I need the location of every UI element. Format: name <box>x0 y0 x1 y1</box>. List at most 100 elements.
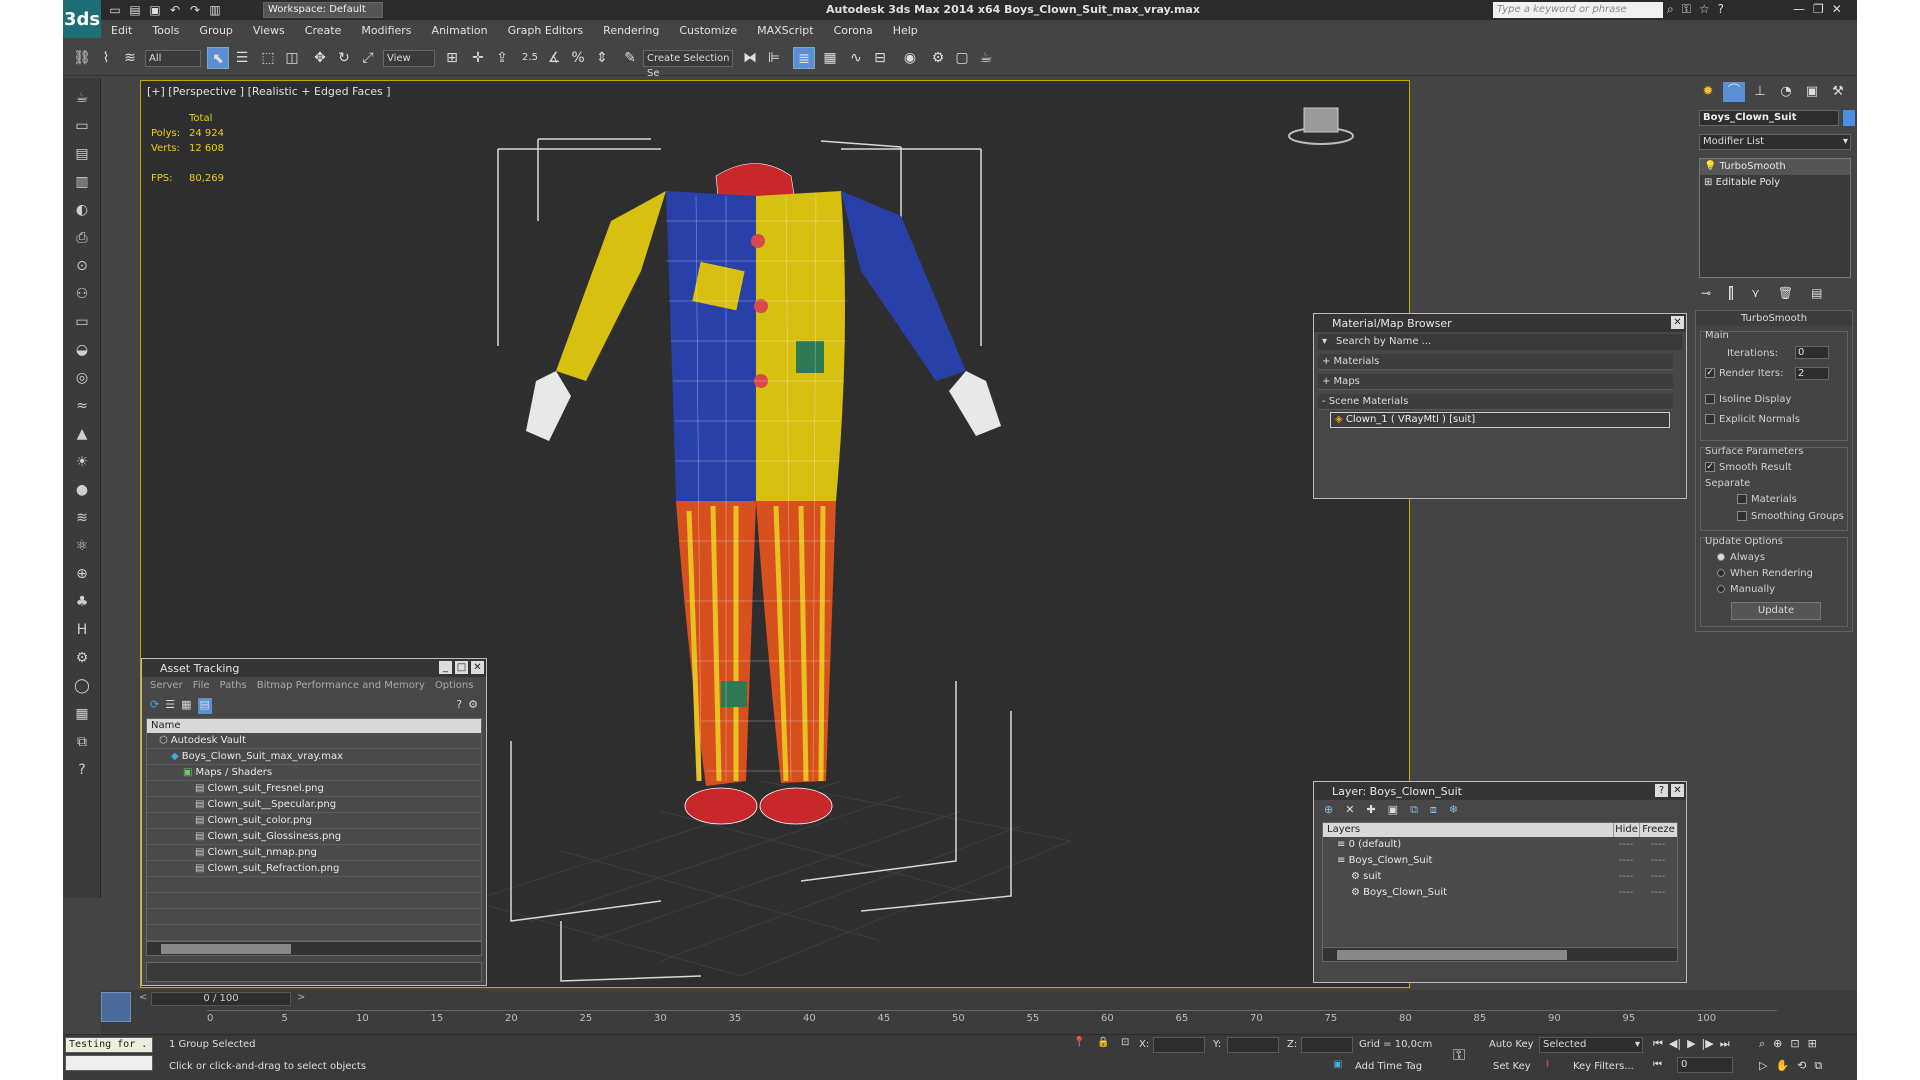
layer-freeze-toggle[interactable]: ---- <box>1639 869 1677 885</box>
render-iters-checkbox[interactable]: ✓ <box>1705 368 1715 378</box>
render-frame-icon[interactable]: ▢ <box>951 47 973 69</box>
create-tab-icon[interactable]: ✹ <box>1697 82 1719 102</box>
menu-customize[interactable]: Customize <box>669 22 747 40</box>
layer-manager-icon[interactable]: ≣ <box>793 47 815 69</box>
layer-row[interactable]: ≡ 0 (default) ---- ---- <box>1323 837 1677 853</box>
camera-icon[interactable]: ⎙ <box>71 228 93 248</box>
thumbnail-view-icon[interactable]: ▦ <box>181 698 191 714</box>
hf-icon[interactable]: H <box>71 620 93 640</box>
selection-filter-dropdown[interactable]: All <box>145 50 201 67</box>
next-frame-icon[interactable]: > <box>297 992 305 1003</box>
close-icon[interactable]: ✕ <box>1671 784 1684 797</box>
menu-tools[interactable]: Tools <box>142 22 189 40</box>
settings-icon[interactable]: ⚙ <box>468 698 478 714</box>
asset-path-field[interactable] <box>146 962 482 982</box>
horizontal-scrollbar[interactable] <box>147 941 481 955</box>
help-icon[interactable]: ? <box>1718 2 1724 17</box>
add-time-tag[interactable]: Add Time Tag <box>1355 1061 1422 1072</box>
maximize-icon[interactable]: □ <box>455 661 468 674</box>
y-coordinate-field[interactable] <box>1227 1037 1279 1053</box>
pan-icon[interactable]: ✋ <box>1775 1059 1789 1073</box>
snap-toggle-icon[interactable]: 2.5 <box>519 47 541 69</box>
asset-row[interactable]: ◆ Boys_Clown_Suit_max_vray.max <box>147 749 481 765</box>
stack-item-turbosmooth[interactable]: 💡 TurboSmooth <box>1700 159 1850 175</box>
layer-row[interactable]: ⚙ Boys_Clown_Suit ---- ---- <box>1323 885 1677 901</box>
zoom-extents-all-icon[interactable]: ⊞ <box>1808 1037 1817 1051</box>
smoothing-groups-checkbox[interactable] <box>1737 511 1747 521</box>
auto-key-button[interactable]: Auto Key <box>1489 1039 1534 1050</box>
list-view-icon[interactable]: ☰ <box>165 698 175 714</box>
layer-row[interactable]: ⚙ suit ---- ---- <box>1323 869 1677 885</box>
hair-icon[interactable]: ≋ <box>71 508 93 528</box>
move-icon[interactable]: ✥ <box>309 47 331 69</box>
time-slider[interactable]: 0 / 100 <box>151 992 291 1006</box>
isolate-selection-icon[interactable]: 📍 <box>1073 1037 1085 1048</box>
layers-icon[interactable]: ⧉ <box>71 732 93 752</box>
asset-tracking-titlebar[interactable]: Asset Tracking _ □ ✕ <box>142 659 486 677</box>
key-set-dropdown[interactable]: Selected ▾ <box>1539 1037 1643 1053</box>
create-layer-icon[interactable]: ⊕ <box>1324 803 1333 819</box>
menu-help[interactable]: Help <box>883 22 928 40</box>
zoom-icon[interactable]: ⌕ <box>1759 1037 1765 1051</box>
asset-row[interactable]: ⬡ Autodesk Vault <box>147 733 481 749</box>
menu-animation[interactable]: Animation <box>422 22 498 40</box>
freeze-all-icon[interactable]: ❄ <box>1449 803 1458 819</box>
angle-snap-icon[interactable]: ∡ <box>543 47 565 69</box>
asset-menu-item[interactable]: Bitmap Performance and Memory <box>257 680 425 691</box>
material-search-input[interactable]: ▾ Search by Name ... <box>1318 334 1682 350</box>
expand-icon[interactable]: ⊞ <box>1704 177 1712 188</box>
menu-rendering[interactable]: Rendering <box>593 22 669 40</box>
reference-coord-dropdown[interactable]: View <box>383 50 435 67</box>
link-icon[interactable]: ⛓ <box>71 47 93 69</box>
select-manipulate-icon[interactable]: ✛ <box>467 47 489 69</box>
configure-sets-icon[interactable]: ▤ <box>1811 286 1822 300</box>
tree-icon[interactable]: ♣ <box>71 592 93 612</box>
project-folder-icon[interactable]: ▥ <box>207 2 223 18</box>
rect-selection-icon[interactable]: ⬚ <box>257 47 279 69</box>
graphite-ribbon-icon[interactable]: ▦ <box>819 47 841 69</box>
scale-icon[interactable]: ⤢ <box>357 47 379 69</box>
refresh-icon[interactable]: ⟳ <box>150 698 159 714</box>
select-in-layer-icon[interactable]: ▣ <box>1388 803 1398 819</box>
hierarchy-tab-icon[interactable]: ⊥ <box>1749 82 1771 102</box>
motion-tab-icon[interactable]: ◔ <box>1775 82 1797 102</box>
render-iters-spinner[interactable]: 2 <box>1795 367 1829 380</box>
new-file-icon[interactable]: ▭ <box>107 2 123 18</box>
star-icon[interactable]: ☆ <box>1699 2 1710 17</box>
utilities-tab-icon[interactable]: ⚒ <box>1827 82 1849 102</box>
edit-named-selection-icon[interactable]: ✎ <box>619 47 641 69</box>
spring-icon[interactable]: ≈ <box>71 396 93 416</box>
turbosmooth-rollout-title[interactable]: TurboSmooth <box>1696 311 1852 326</box>
grid-icon[interactable]: ▦ <box>71 704 93 724</box>
key-icon[interactable]: ⚿ <box>1682 2 1691 17</box>
go-to-end-icon[interactable]: ⏭ <box>1720 1037 1730 1051</box>
dropdown-arrow-icon[interactable]: ▾ <box>1322 334 1327 350</box>
hide-all-icon[interactable]: ⧈ <box>1430 803 1437 819</box>
go-to-start-icon[interactable]: ⏮ <box>1653 1037 1663 1051</box>
material-section-header[interactable]: + Materials <box>1318 354 1673 370</box>
open-file-icon[interactable]: ▤ <box>127 2 143 18</box>
pin-stack-icon[interactable]: ⊸ <box>1701 286 1711 300</box>
name-column-header[interactable]: Name <box>147 719 481 733</box>
cone-icon[interactable]: ▲ <box>71 424 93 444</box>
make-unique-icon[interactable]: ⋎ <box>1751 286 1760 300</box>
scene-material-item[interactable]: ◈ Clown_1 ( VRayMtl ) [suit] <box>1330 412 1670 428</box>
layer-freeze-toggle[interactable]: ---- <box>1639 885 1677 901</box>
separate-materials-checkbox[interactable] <box>1737 494 1747 504</box>
minimize-icon[interactable]: _ <box>439 661 452 674</box>
show-end-result-icon[interactable]: | <box>1729 286 1734 300</box>
set-key-button[interactable]: Set Key <box>1493 1061 1531 1072</box>
restore-icon[interactable]: ❐ <box>1813 2 1824 16</box>
modifier-list-dropdown[interactable]: Modifier List ▾ <box>1699 134 1851 150</box>
when-rendering-radio[interactable] <box>1717 569 1725 577</box>
mini-listener-toggle[interactable] <box>101 992 131 1022</box>
bind-spacewarp-icon[interactable]: ≋ <box>119 47 141 69</box>
bulb-icon[interactable]: ◐ <box>71 200 93 220</box>
menu-views[interactable]: Views <box>243 22 295 40</box>
layer-freeze-toggle[interactable]: ---- <box>1639 837 1677 853</box>
help-icon[interactable]: ? <box>71 760 93 780</box>
save-file-icon[interactable]: ▣ <box>147 2 163 18</box>
set-key-icon[interactable]: ⌇ <box>1545 1059 1550 1070</box>
particles-icon[interactable]: ⚛ <box>71 536 93 556</box>
current-frame-field[interactable]: 0 <box>1677 1057 1733 1073</box>
